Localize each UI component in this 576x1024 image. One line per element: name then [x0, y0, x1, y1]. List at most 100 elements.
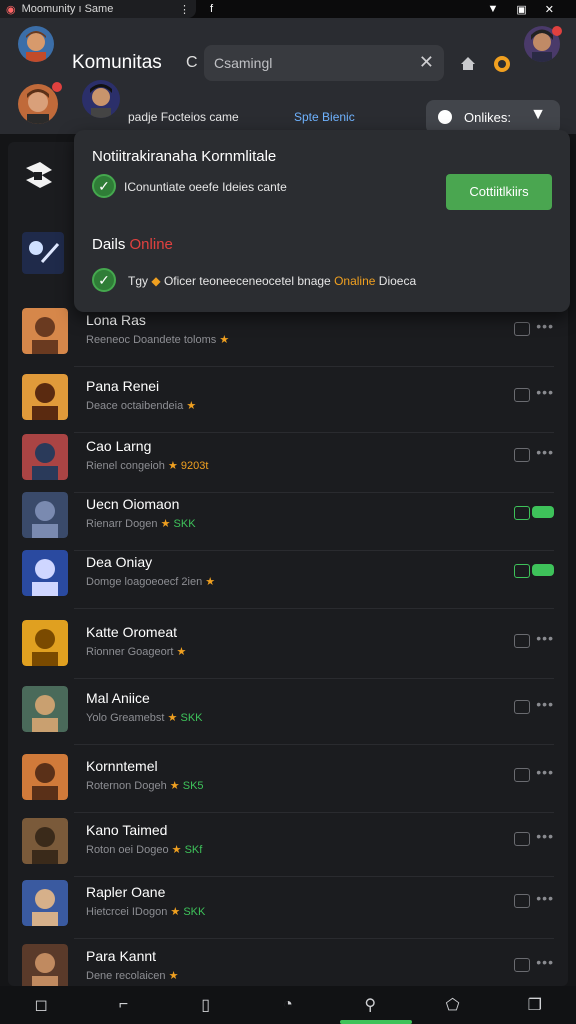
list-divider: [74, 366, 554, 367]
search-input[interactable]: Csamingl: [214, 55, 272, 71]
item-subtitle: Roternon Dogeh ★ SK5: [86, 779, 204, 792]
coin-icon[interactable]: [492, 54, 512, 74]
item-name: Kano Taimed: [86, 822, 168, 838]
list-item[interactable]: Dea Oniay Domge loagoeoecf 2ien ★: [14, 546, 562, 604]
nav-tabs-icon[interactable]: ❐: [524, 994, 546, 1016]
item-action-icon[interactable]: [514, 894, 530, 908]
friend-name: padje Focteios came: [128, 110, 239, 124]
more-options-icon[interactable]: •••: [536, 318, 554, 334]
popup-line-1: IConuntiate oeefe Ideies cante: [124, 180, 287, 194]
nav-search-icon[interactable]: ⚲: [359, 994, 381, 1016]
item-sub-text: Dene recolaicen: [86, 970, 166, 982]
check-icon-2: ✓: [92, 268, 116, 292]
item-action-icon[interactable]: [514, 506, 530, 520]
game-thumbnail: [22, 944, 68, 990]
home-icon[interactable]: [458, 54, 478, 74]
more-options-icon[interactable]: •••: [536, 696, 554, 712]
check-icon: ✓: [92, 174, 116, 198]
popup-title: Notiitrakiranaha Kornmlitale: [92, 148, 277, 165]
close-icon[interactable]: ✕: [545, 3, 554, 16]
item-action-icon[interactable]: [514, 564, 530, 578]
more-options-icon[interactable]: •••: [536, 828, 554, 844]
more-options-icon[interactable]: •••: [536, 764, 554, 780]
title-suffix: C: [186, 54, 198, 71]
nav-shield-icon[interactable]: ⬠: [442, 994, 464, 1016]
online-filter-button[interactable]: Onlikes: ▼: [426, 100, 560, 134]
item-sub-tag: 9203t: [180, 460, 209, 472]
item-action-icon[interactable]: [514, 700, 530, 714]
confirm-button[interactable]: Cottiitlkiirs: [446, 174, 552, 210]
item-star-icon: ★: [186, 400, 197, 412]
item-star-icon: ★: [176, 646, 187, 658]
item-name: Para Kannt: [86, 948, 157, 964]
item-name: Cao Larng: [86, 438, 152, 454]
game-thumbnail: [22, 308, 68, 354]
notification-popup: Notiitrakiranaha Kornmlitale ✓ IConuntia…: [74, 130, 570, 312]
game-thumbnail: [22, 880, 68, 926]
friend-avatar-2[interactable]: [82, 80, 120, 118]
avatar-image: [18, 26, 54, 62]
user-avatar[interactable]: [18, 26, 54, 62]
page-title: Komunitas: [72, 52, 162, 73]
sub-label: Dails: [92, 236, 126, 253]
bottom-nav: ◻ ⌐ ▯ ◔ ⚲ ⬠ ❐: [0, 986, 576, 1024]
list-divider: [74, 608, 554, 609]
list-item[interactable]: Kano Taimed Roton oei Dogeo ★ SKf •••: [14, 814, 562, 872]
game-logo-icon[interactable]: [20, 158, 58, 196]
tab-title: Moomunity ı Same: [21, 3, 114, 15]
item-action-icon[interactable]: [514, 322, 530, 336]
list-item[interactable]: Lona Ras Reeneoc Doandete toloms ★ •••: [14, 304, 562, 362]
game-thumbnail: [22, 818, 68, 864]
more-options-icon[interactable]: •••: [536, 444, 554, 460]
more-options-icon[interactable]: •••: [536, 890, 554, 906]
online-indicator-icon: [438, 110, 452, 124]
tab-menu-icon[interactable]: ⋮: [179, 3, 190, 16]
item-subtitle: Roton oei Dogeo ★ SKf: [86, 843, 202, 856]
browser-tab[interactable]: ◉ Moomunity ı Same ⋮: [0, 0, 196, 18]
online-filter-label: Onlikes:: [464, 110, 511, 125]
item-sub-text: Rienarr Dogen: [86, 518, 158, 530]
item-action-icon[interactable]: [514, 958, 530, 972]
item-subtitle: Deace octaibendeia ★: [86, 399, 196, 412]
tab-favicon: ◉: [6, 3, 16, 16]
game-thumb-top[interactable]: [22, 232, 64, 274]
list-divider: [74, 744, 554, 745]
list-item[interactable]: Mal Aniice Yolo Greamebst ★ SKK •••: [14, 682, 562, 740]
item-subtitle: Dene recolaicen ★: [86, 969, 178, 982]
friend-1-badge: [52, 82, 62, 92]
list-item[interactable]: Cao Larng Rienel congeioh ★ 9203t •••: [14, 430, 562, 488]
item-action-icon[interactable]: [514, 448, 530, 462]
item-subtitle: Reeneoc Doandete toloms ★: [86, 333, 229, 346]
item-action-icon[interactable]: [514, 634, 530, 648]
item-sub-text: Roternon Dogeh: [86, 780, 167, 792]
list-item[interactable]: Katte Oromeat Rionner Goageort ★ •••: [14, 616, 562, 674]
more-options-icon[interactable]: •••: [536, 954, 554, 970]
list-item[interactable]: Pana Renei Deace octaibendeia ★ •••: [14, 370, 562, 428]
list-item[interactable]: Rapler Oane Hietcrcei IDogon ★ SKK •••: [14, 876, 562, 934]
item-sub-text: Roton oei Dogeo: [86, 844, 169, 856]
friend-avatar-2-image: [82, 80, 120, 118]
nav-back-icon[interactable]: ◻: [30, 994, 52, 1016]
online-status-badge: [532, 564, 554, 576]
more-options-icon[interactable]: •••: [536, 630, 554, 646]
item-action-icon[interactable]: [514, 832, 530, 846]
clear-search-icon[interactable]: ✕: [419, 52, 434, 73]
item-star-icon: ★: [167, 460, 178, 472]
list-divider: [74, 938, 554, 939]
list-item[interactable]: Uecn Oiomaon Rienarr Dogen ★ SKK: [14, 488, 562, 546]
item-sub-text: Deace octaibendeia: [86, 400, 184, 412]
popup-line-2: Tgy ◆ Oficer teoneeceneocetel bnage Onal…: [128, 274, 416, 288]
list-divider: [74, 812, 554, 813]
search-field[interactable]: Csamingl ✕: [204, 45, 444, 81]
nav-timer-icon[interactable]: ◔: [277, 994, 299, 1016]
game-thumbnail: [22, 686, 68, 732]
item-action-icon[interactable]: [514, 388, 530, 402]
nav-info-icon[interactable]: ▯: [195, 994, 217, 1016]
wifi-icon: ▼: [487, 2, 499, 15]
nav-chat-icon[interactable]: ⌐: [112, 994, 134, 1016]
more-options-icon[interactable]: •••: [536, 384, 554, 400]
item-name: Rapler Oane: [86, 884, 166, 900]
list-divider: [74, 678, 554, 679]
item-action-icon[interactable]: [514, 768, 530, 782]
list-item[interactable]: Kornntemel Roternon Dogeh ★ SK5 •••: [14, 750, 562, 808]
